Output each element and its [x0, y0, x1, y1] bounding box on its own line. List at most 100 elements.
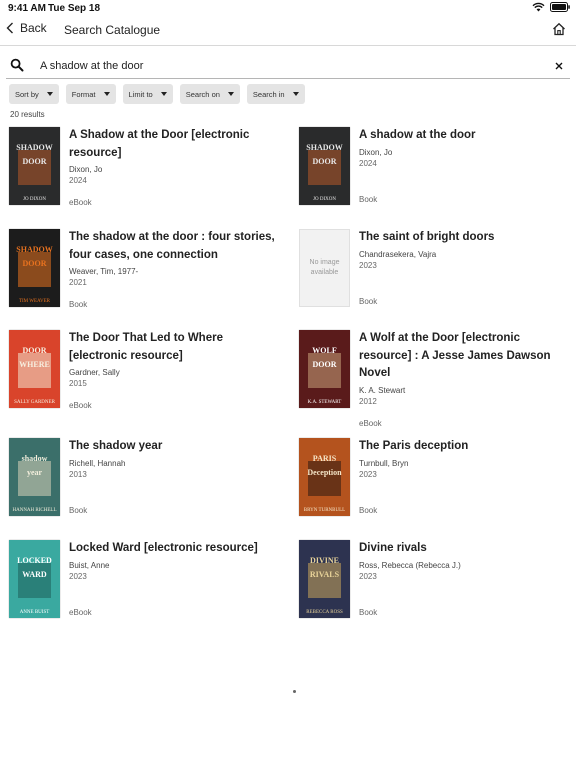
cover-title-line: shadow [21, 454, 48, 463]
caret-down-icon [160, 92, 167, 96]
cover-title-line: WARD [22, 570, 47, 579]
result-title[interactable]: The shadow at the door : four stories, f… [69, 229, 277, 264]
result-item[interactable]: DOOR WHERE SALLY GARDNER The Door That Led … [9, 330, 279, 420]
sort-by-filter[interactable]: Sort by [9, 84, 59, 104]
cover-author: HANNAH RICHELL [12, 508, 57, 513]
status-bar: 9:41 AM Tue Sep 18 [0, 0, 576, 16]
search-icon [10, 58, 24, 72]
search-on-filter[interactable]: Search on [179, 84, 240, 104]
cover-title-line: Deception [307, 468, 342, 477]
cover-title-line: DOOR [22, 259, 47, 268]
loading-indicator [293, 690, 296, 693]
cover-author: REBECCA ROSS [306, 610, 343, 615]
result-meta: Chandrasekera, Vajra 2023 [359, 249, 567, 271]
cover-title-line: DIVINE [310, 556, 339, 565]
cover-title-line: RIVALS [309, 570, 340, 579]
result-year: 2023 [359, 470, 377, 479]
cover-title-line: WHERE [19, 360, 50, 369]
cover-art [308, 461, 341, 496]
cover-title-line: DOOR [312, 157, 337, 166]
result-meta: Ross, Rebecca (Rebecca J.) 2023 [359, 560, 567, 582]
result-format: eBook [69, 608, 92, 617]
cover-author: JO DIXON [313, 197, 336, 202]
result-format: Book [69, 300, 88, 309]
result-title[interactable]: A Wolf at the Door [electronic resource]… [359, 330, 567, 383]
result-author: Gardner, Sally [69, 368, 120, 377]
book-cover: shadow year HANNAH RICHELL [9, 438, 60, 516]
result-item[interactable]: SHADOW DOOR TIM WEAVER The shadow at the do… [9, 229, 279, 319]
search-in-filter[interactable]: Search in [246, 84, 305, 104]
result-author: Richell, Hannah [69, 459, 126, 468]
result-title[interactable]: The Door That Led to Where [electronic r… [69, 330, 277, 365]
result-item[interactable]: No image available The saint of bright do… [299, 229, 569, 319]
result-format: Book [69, 506, 88, 515]
cover-title-line: WOLF [312, 346, 337, 355]
caret-down-icon [292, 92, 299, 96]
cover-art [18, 461, 51, 496]
result-year: 2013 [69, 470, 87, 479]
result-title[interactable]: The saint of bright doors [359, 229, 567, 247]
result-item[interactable]: LOCKED WARD ANNE BUIST Locked Ward [electro… [9, 540, 279, 630]
result-author: Ross, Rebecca (Rebecca J.) [359, 561, 461, 570]
result-title[interactable]: Locked Ward [electronic resource] [69, 540, 277, 558]
result-title[interactable]: The Paris deception [359, 438, 567, 456]
result-title[interactable]: A shadow at the door [359, 127, 567, 145]
result-item[interactable]: DIVINE RIVALS REBECCA ROSS Divine rivals Ros… [299, 540, 569, 630]
book-cover: LOCKED WARD ANNE BUIST [9, 540, 60, 618]
cover-art [308, 563, 341, 598]
result-meta: Dixon, Jo 2024 [69, 164, 277, 186]
filter-label: Search in [252, 89, 285, 99]
status-date: Tue Sep 18 [48, 3, 101, 14]
result-item[interactable]: shadow year HANNAH RICHELL The shadow year R… [9, 438, 279, 528]
book-cover: SHADOW DOOR TIM WEAVER [9, 229, 60, 307]
format-filter[interactable]: Format [65, 84, 116, 104]
cover-author: BRYN TURNBULL [303, 508, 346, 513]
search-input[interactable] [40, 57, 540, 75]
back-label: Back [20, 21, 47, 35]
result-format: eBook [69, 198, 92, 207]
cover-title-line: LOCKED [17, 556, 52, 565]
result-format: Book [359, 608, 378, 617]
cover-art [18, 252, 51, 287]
result-meta: Gardner, Sally 2015 [69, 367, 277, 389]
result-title[interactable]: Divine rivals [359, 540, 567, 558]
result-title[interactable]: A Shadow at the Door [electronic resourc… [69, 127, 277, 162]
no-image-placeholder: No image available [299, 229, 350, 307]
result-format: eBook [359, 419, 382, 428]
home-button[interactable] [552, 22, 566, 41]
result-meta: Dixon, Jo 2024 [359, 147, 567, 169]
cover-author: SALLY GARDNER [14, 400, 55, 405]
result-format: Book [359, 297, 378, 306]
result-meta: Buist, Anne 2023 [69, 560, 277, 582]
back-button[interactable]: Back [6, 21, 47, 35]
home-icon [553, 22, 565, 36]
result-year: 2023 [359, 261, 377, 270]
result-item[interactable]: WOLF DOOR K.A. STEWART A Wolf at the Door [… [299, 330, 569, 428]
cover-author: ANNE BUIST [19, 610, 50, 615]
caret-down-icon [103, 92, 110, 96]
results-count: 20 results [10, 110, 45, 119]
result-year: 2012 [359, 397, 377, 406]
cover-title-line: DOOR [312, 360, 337, 369]
result-meta: Turnbull, Bryn 2023 [359, 458, 567, 480]
result-title[interactable]: The shadow year [69, 438, 277, 456]
clear-search-button[interactable] [554, 58, 564, 76]
cover-author: K.A. STEWART [307, 400, 342, 405]
status-icons [532, 2, 570, 12]
result-item[interactable]: PARIS Deception BRYN TURNBULL The Paris dec… [299, 438, 569, 528]
filter-bar: Sort by Format Limit to Search on Search… [9, 84, 305, 104]
result-year: 2021 [69, 278, 87, 287]
result-item[interactable]: SHADOW DOOR JO DIXON A Shadow at the Door [… [9, 127, 279, 217]
filter-label: Limit to [128, 89, 153, 99]
cover-art [308, 150, 341, 185]
result-item[interactable]: SHADOW DOOR JO DIXON A shadow at the door Di… [299, 127, 569, 217]
book-cover: PARIS Deception BRYN TURNBULL [299, 438, 350, 516]
book-cover: SHADOW DOOR JO DIXON [299, 127, 350, 205]
cover-title-line: DOOR [22, 157, 47, 166]
result-year: 2023 [69, 572, 87, 581]
limit-to-filter[interactable]: Limit to [122, 84, 173, 104]
result-meta: Richell, Hannah 2013 [69, 458, 277, 480]
battery-icon [550, 2, 570, 12]
cover-art [308, 353, 341, 388]
search-bar [6, 53, 570, 79]
